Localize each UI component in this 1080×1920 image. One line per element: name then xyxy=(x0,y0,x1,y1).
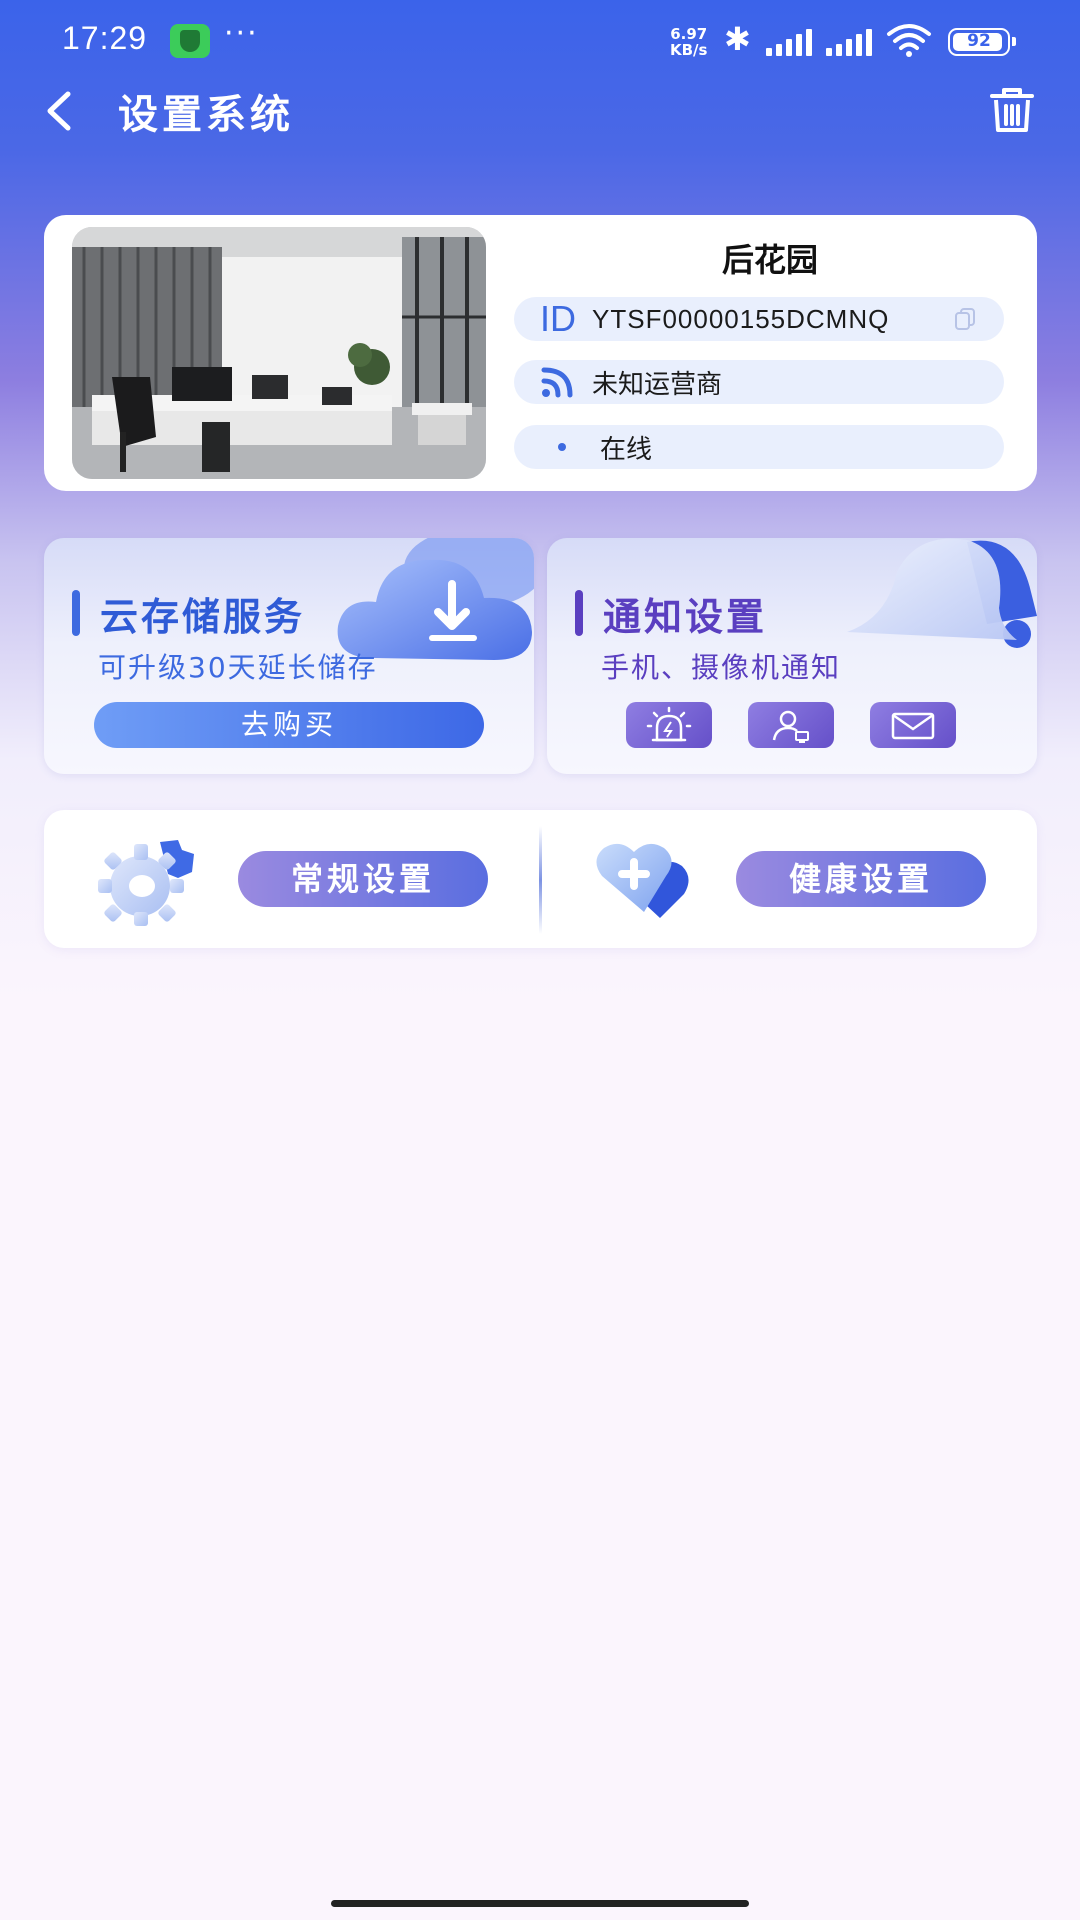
cloud-storage-card[interactable]: 云存储服务 可升级30天延长储存 去购买 xyxy=(44,538,534,774)
buy-button[interactable]: 去购买 xyxy=(94,702,484,748)
rss-signal-icon xyxy=(541,367,573,398)
home-indicator[interactable] xyxy=(331,1900,749,1907)
user-device-notification-button[interactable] xyxy=(748,702,834,748)
heart-plus-icon[interactable] xyxy=(592,840,712,922)
trash-icon xyxy=(990,88,1034,132)
health-settings-button[interactable]: 健康设置 xyxy=(736,851,986,907)
app-notification-icon xyxy=(170,24,210,58)
id-icon: ID xyxy=(540,298,576,339)
network-speed-unit: KB/s xyxy=(670,41,708,59)
alarm-light-icon xyxy=(646,706,692,742)
copy-icon[interactable] xyxy=(954,307,976,331)
cloud-title-accent xyxy=(72,590,80,636)
online-status-dot xyxy=(558,443,566,451)
back-button[interactable] xyxy=(36,80,86,140)
delete-button[interactable] xyxy=(986,84,1038,136)
page-title: 设置系统 xyxy=(118,92,294,138)
more-notifications-indicator: ··· xyxy=(224,16,259,51)
device-card[interactable]: 后花园 ID YTSF00000155DCMNQ 未知运营商 在线 xyxy=(44,215,1037,491)
notification-settings-card[interactable]: 通知设置 手机、摄像机通知 xyxy=(547,538,1037,774)
mail-notification-button[interactable] xyxy=(870,702,956,748)
cloud-storage-subtitle: 可升级30天延长储存 xyxy=(98,651,378,684)
carrier-row: 未知运营商 xyxy=(514,360,1004,404)
device-snapshot-image[interactable] xyxy=(72,227,486,479)
status-bar: 17:29 ··· 6.97 KB/s ✱ 92 xyxy=(0,0,1080,84)
device-id: YTSF00000155DCMNQ xyxy=(592,303,890,334)
general-settings-button[interactable]: 常规设置 xyxy=(238,851,488,907)
bell-icon xyxy=(847,538,1037,648)
signal-icon xyxy=(826,28,878,56)
user-device-icon xyxy=(772,710,809,743)
chevron-left-icon xyxy=(47,91,71,131)
network-speed-value: 6.97 xyxy=(670,25,708,43)
wifi-icon xyxy=(887,24,931,57)
notification-title-accent xyxy=(575,590,583,636)
device-name: 后花园 xyxy=(721,241,818,279)
status-time: 17:29 xyxy=(62,20,148,56)
signal-icon xyxy=(766,28,818,56)
battery-icon: 92 xyxy=(948,28,1016,56)
notification-title: 通知设置 xyxy=(603,595,768,639)
mail-icon xyxy=(891,712,935,740)
gear-icon[interactable] xyxy=(90,834,202,926)
battery-level: 92 xyxy=(967,31,991,51)
device-id-row: ID YTSF00000155DCMNQ xyxy=(514,297,1004,341)
carrier-name: 未知运营商 xyxy=(592,369,723,400)
alarm-notification-button[interactable] xyxy=(626,702,712,748)
bluetooth-icon: ✱ xyxy=(724,20,751,58)
cloud-storage-title: 云存储服务 xyxy=(100,595,306,639)
settings-divider xyxy=(539,826,542,934)
status-row: 在线 xyxy=(514,425,1004,469)
settings-row: 常规设置 健康设置 xyxy=(44,810,1037,948)
network-speed: 6.97 KB/s xyxy=(670,26,707,58)
device-status: 在线 xyxy=(600,434,653,465)
notification-subtitle: 手机、摄像机通知 xyxy=(601,651,842,684)
